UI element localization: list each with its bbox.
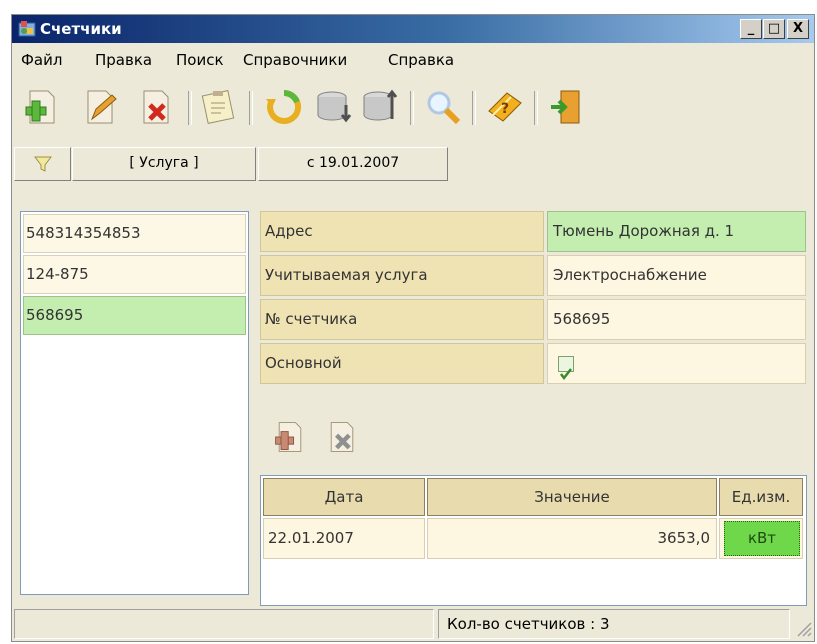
menu-search[interactable]: Поиск xyxy=(176,51,224,69)
add-icon[interactable] xyxy=(22,87,62,127)
date-filter-button[interactable]: с 19.01.2007 xyxy=(258,147,448,181)
menu-help[interactable]: Справка xyxy=(388,51,454,69)
list-item[interactable]: 548314354853 xyxy=(23,214,246,253)
meters-list[interactable]: 548314354853 124-875 568695 xyxy=(20,211,249,595)
menu-file[interactable]: Файл xyxy=(21,51,62,69)
details-panel: Адрес Тюмень Дорожная д. 1 Учитываемая у… xyxy=(260,211,806,391)
db-export-icon[interactable] xyxy=(360,87,400,127)
status-meter-count: Кол-во счетчиков : 3 xyxy=(438,609,790,639)
window-title: Счетчики xyxy=(40,20,122,38)
list-item[interactable]: 124-875 xyxy=(23,255,246,294)
detail-label-main: Основной xyxy=(260,343,544,384)
delete-reading-icon[interactable] xyxy=(324,419,360,455)
search-icon[interactable] xyxy=(423,87,463,127)
toolbar-separator xyxy=(188,91,192,125)
detail-label-service: Учитываемая услуга xyxy=(260,255,544,296)
close-button[interactable]: X xyxy=(787,19,809,39)
maximize-button[interactable]: □ xyxy=(763,19,785,39)
detail-value-address[interactable]: Тюмень Дорожная д. 1 xyxy=(547,211,806,252)
status-panel-left xyxy=(14,609,434,639)
status-bar: Кол-во счетчиков : 3 xyxy=(12,607,814,641)
detail-label-meter-number: № счетчика xyxy=(260,299,544,340)
notes-icon[interactable] xyxy=(199,87,239,127)
toolbar-separator xyxy=(410,91,414,125)
app-icon xyxy=(18,21,36,37)
column-header-unit[interactable]: Ед.изм. xyxy=(719,478,803,516)
cell-date[interactable]: 22.01.2007 xyxy=(263,518,425,559)
refresh-icon[interactable] xyxy=(264,87,304,127)
detail-row: Основной xyxy=(260,343,806,386)
add-reading-icon[interactable] xyxy=(272,419,308,455)
help-book-icon[interactable]: ? xyxy=(485,87,525,127)
cell-value[interactable]: 3653,0 xyxy=(427,518,717,559)
detail-label-address: Адрес xyxy=(260,211,544,252)
title-bar[interactable]: Счетчики _ □ X xyxy=(12,15,814,43)
db-import-icon[interactable] xyxy=(314,87,354,127)
toolbar-separator xyxy=(249,91,253,125)
delete-icon[interactable] xyxy=(136,87,176,127)
cell-unit[interactable]: кВт xyxy=(724,521,800,556)
readings-toolbar xyxy=(260,411,460,461)
menu-references[interactable]: Справочники xyxy=(243,51,347,69)
edit-icon[interactable] xyxy=(80,87,120,127)
filter-bar: [ Услуга ] с 19.01.2007 xyxy=(12,145,814,183)
checkmark-icon xyxy=(560,368,572,381)
funnel-icon xyxy=(33,156,52,172)
svg-text:?: ? xyxy=(501,101,509,117)
detail-value-main[interactable] xyxy=(547,343,806,384)
toolbar-separator xyxy=(472,91,476,125)
cell-unit-wrapper[interactable]: кВт xyxy=(719,518,803,559)
column-header-value[interactable]: Значение xyxy=(427,478,717,516)
minimize-button[interactable]: _ xyxy=(740,19,762,39)
resize-grip-icon[interactable] xyxy=(794,619,812,637)
detail-value-service[interactable]: Электроснабжение xyxy=(547,255,806,296)
filter-button[interactable] xyxy=(14,147,71,181)
menu-bar: Файл Правка Поиск Справочники Справка xyxy=(12,43,814,77)
main-checkbox[interactable] xyxy=(558,356,574,381)
detail-row: № счетчика 568695 xyxy=(260,299,806,342)
toolbar-separator xyxy=(534,91,538,125)
detail-row: Учитываемая услуга Электроснабжение xyxy=(260,255,806,298)
detail-row: Адрес Тюмень Дорожная д. 1 xyxy=(260,211,806,254)
menu-edit[interactable]: Правка xyxy=(95,51,152,69)
exit-icon[interactable] xyxy=(547,87,587,127)
main-window: Счетчики _ □ X Файл Правка Поиск Справоч… xyxy=(11,14,815,642)
toolbar: ? xyxy=(12,79,814,137)
service-filter-button[interactable]: [ Услуга ] xyxy=(72,147,256,181)
column-header-date[interactable]: Дата xyxy=(263,478,425,516)
list-item-selected[interactable]: 568695 xyxy=(23,296,246,335)
readings-table[interactable]: Дата Значение Ед.изм. 22.01.2007 3653,0 … xyxy=(260,475,807,606)
detail-value-meter-number[interactable]: 568695 xyxy=(547,299,806,340)
